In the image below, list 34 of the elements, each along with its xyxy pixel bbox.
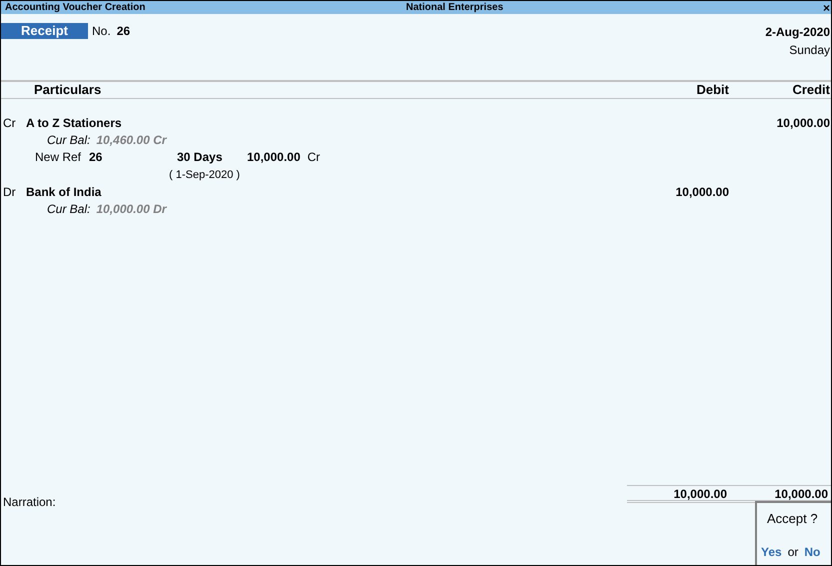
balance-label: Cur Bal: bbox=[47, 132, 90, 149]
close-button[interactable]: × bbox=[822, 2, 830, 14]
voucher-number-label: No. bbox=[92, 23, 111, 39]
narration-label: Narration: bbox=[2, 494, 57, 511]
voucher-day: Sunday bbox=[789, 41, 830, 59]
debit-header: Debit bbox=[696, 81, 729, 100]
voucher-type[interactable]: Receipt bbox=[1, 23, 88, 39]
bill-due: 30 Days bbox=[177, 149, 224, 166]
yes-button[interactable]: Yes bbox=[761, 543, 782, 561]
no-button[interactable]: No bbox=[804, 543, 820, 561]
bill-amount: 10,000.00 bbox=[247, 149, 300, 166]
bill-side: Cr bbox=[307, 149, 320, 166]
voucher-number: 26 bbox=[116, 23, 130, 39]
window-title: Accounting Voucher Creation bbox=[5, 2, 146, 12]
balance-value: 10,460.00 Cr bbox=[96, 132, 166, 149]
or-text: or bbox=[788, 544, 798, 561]
debit-total: 10,000.00 bbox=[672, 486, 727, 500]
balance-value: 10,000.00 Dr bbox=[96, 201, 166, 218]
entry-side: Dr bbox=[2, 184, 17, 201]
credit-header: Credit bbox=[791, 81, 831, 100]
ledger-name[interactable]: Bank of India bbox=[26, 184, 629, 201]
bill-due-date: ( 1-Sep-2020 ) bbox=[169, 169, 240, 181]
balance-label: Cur Bal: bbox=[47, 201, 90, 218]
debit-amount: 10,000.00 bbox=[676, 184, 729, 201]
particulars-header: Particulars bbox=[34, 81, 102, 100]
accept-question: Accept ? bbox=[767, 510, 819, 528]
credit-total: 10,000.00 bbox=[774, 486, 829, 500]
entry-side: Cr bbox=[2, 115, 17, 132]
credit-amount: 10,000.00 bbox=[776, 115, 830, 132]
company-name: National Enterprises bbox=[406, 2, 504, 12]
bill-name: 26 bbox=[89, 149, 104, 166]
voucher-date[interactable]: 2-Aug-2020 bbox=[765, 23, 830, 41]
bill-type: New Ref bbox=[35, 149, 82, 166]
ledger-name[interactable]: A to Z Stationers bbox=[26, 115, 629, 132]
